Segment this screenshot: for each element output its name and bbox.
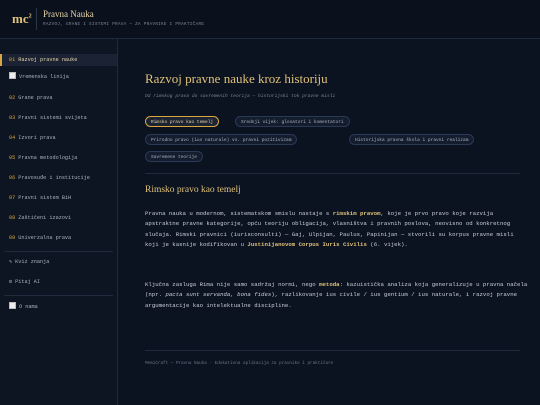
sidebar-item-izvori-prava[interactable]: 04 Izvori prava [0, 132, 117, 144]
chip-prirodno-pravo[interactable]: Prirodno pravo (ius naturale) vs. pravni… [145, 134, 298, 145]
sidebar-divider [4, 251, 113, 252]
sidebar-item-pravosudje[interactable]: 06 Pravosuđe i institucije [0, 172, 117, 184]
chip-srednji-vijek[interactable]: Srednji vijek: glosatori i komentatori [235, 116, 350, 127]
info-icon [9, 302, 16, 309]
main-content: Razvoj pravne nauke kroz historiju Od ri… [118, 39, 540, 405]
page-lead: Od rimskog prava do savremenih teorija —… [145, 94, 336, 99]
sidebar-item-metodologija[interactable]: 05 Pravna metodologija [0, 152, 117, 164]
sidebar-divider [4, 295, 113, 296]
section-title: Rimsko pravo kao temelj [145, 185, 241, 195]
app-header: mc2 Pravna Nauka RAZVOJ, GRANE I SISTEMI… [0, 0, 540, 39]
chip-savremene-teorije[interactable]: Savremene teorije [145, 151, 203, 162]
sidebar-item-univerzalna-prava[interactable]: 09 Univerzalna prava [0, 232, 117, 244]
sidebar-nav: 01 Razvoj pravne nauke Vremenska linija 0… [0, 39, 118, 405]
page-title: Razvoj pravne nauke kroz historiju [145, 71, 328, 86]
pencil-icon: ✎ [9, 259, 13, 265]
sidebar-item-razvoj[interactable]: 01 Razvoj pravne nauke [0, 54, 117, 66]
paragraph-2: Ključna zasluga Rima nije samo sadržaj n… [145, 281, 528, 309]
page-footer: MemiCraft — Pravna Nauka · Edukativna ap… [145, 361, 334, 366]
sidebar-item-izazovi[interactable]: 08 Zaštićeni izazovi [0, 212, 117, 224]
robot-icon: ⚙ [9, 279, 13, 285]
sidebar-item-kviz[interactable]: ✎ Kviz znanja [0, 256, 117, 268]
header-separator [36, 8, 37, 30]
sidebar-item-pitaj-ai[interactable]: ⚙ Pitaj AI [0, 276, 117, 288]
chip-rimsko-pravo[interactable]: Rimsko pravo kao temelj [145, 116, 220, 127]
sidebar-item-o-nama[interactable]: O nama [0, 301, 117, 313]
app-subtitle: RAZVOJ, GRANE I SISTEMI PRAVA — ZA PRAVN… [43, 22, 205, 27]
app-title: Pravna Nauka [43, 9, 94, 19]
app-logo[interactable]: mc2 [12, 11, 32, 27]
chip-historijska-skola[interactable]: Historijska pravna škola i pravni realiz… [349, 134, 475, 145]
section-divider [145, 173, 520, 174]
sidebar-item-pravni-sistemi[interactable]: 03 Pravni sistemi svijeta [0, 112, 117, 124]
paragraph-1: Pravna nauka u modernom, sistematskom sm… [145, 210, 514, 248]
sidebar-item-vremenska-linija[interactable]: Vremenska linija [0, 71, 117, 83]
footer-divider [145, 350, 520, 351]
sidebar-item-pravni-sistem-bih[interactable]: 07 Pravni sistem BiH [0, 192, 117, 204]
sidebar-item-grane-prava[interactable]: 02 Grane prava [0, 92, 117, 104]
calendar-icon [9, 72, 16, 79]
